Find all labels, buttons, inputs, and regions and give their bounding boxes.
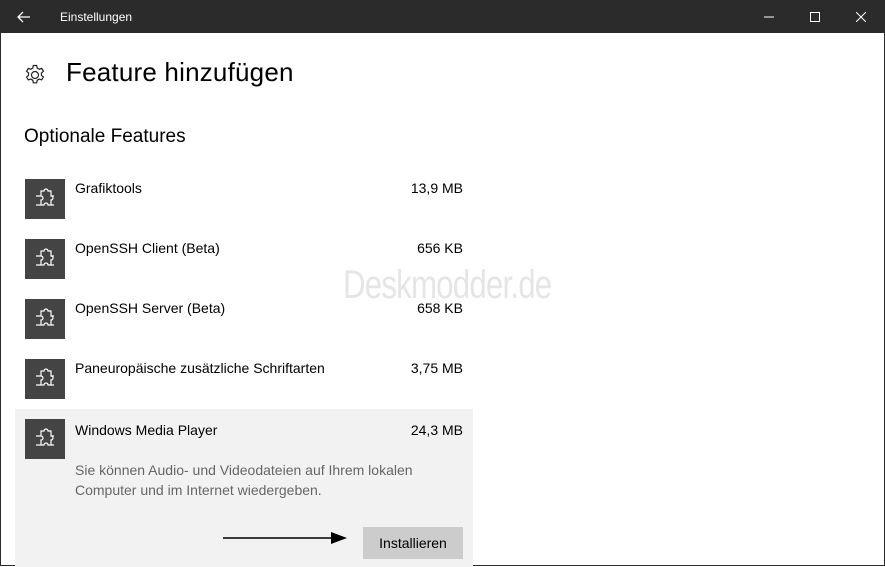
page-title: Feature hinzufügen xyxy=(66,57,294,87)
back-button[interactable] xyxy=(1,1,47,33)
annotation-arrow xyxy=(223,532,347,544)
feature-item-openssh-client[interactable]: OpenSSH Client (Beta) 656 KB xyxy=(15,239,473,299)
settings-header-icon xyxy=(23,63,47,87)
feature-size: 658 KB xyxy=(417,300,463,316)
feature-size: 24,3 MB xyxy=(410,422,463,438)
feature-name: Grafiktools xyxy=(75,180,142,196)
settings-window: Einstellungen Feature hinzufügen Optiona… xyxy=(0,0,885,567)
puzzle-piece-icon xyxy=(36,308,54,326)
feature-name: OpenSSH Server (Beta) xyxy=(75,300,226,316)
minimize-icon xyxy=(764,16,774,18)
title-bar: Einstellungen xyxy=(1,1,884,33)
install-button[interactable]: Installieren xyxy=(363,527,463,559)
feature-icon-tile xyxy=(25,179,65,219)
minimize-button[interactable] xyxy=(746,1,792,33)
feature-icon-tile xyxy=(25,419,65,459)
puzzle-piece-icon xyxy=(36,188,54,206)
feature-size: 3,75 MB xyxy=(410,360,463,376)
feature-icon-tile xyxy=(25,299,65,339)
feature-icon-tile xyxy=(25,359,65,399)
feature-item-openssh-server[interactable]: OpenSSH Server (Beta) 658 KB xyxy=(15,299,473,359)
feature-name: Windows Media Player xyxy=(75,422,218,438)
puzzle-piece-icon xyxy=(36,248,54,266)
feature-item-grafiktools[interactable]: Grafiktools 13,9 MB xyxy=(15,179,473,239)
window-title: Einstellungen xyxy=(60,10,133,24)
feature-size: 656 KB xyxy=(417,240,463,256)
puzzle-piece-icon xyxy=(36,368,54,386)
section-title: Optionale Features xyxy=(24,126,186,147)
maximize-icon xyxy=(810,12,820,22)
feature-description: Sie können Audio- und Videodateien auf I… xyxy=(75,462,413,498)
puzzle-piece-icon xyxy=(36,428,54,446)
close-button[interactable] xyxy=(838,1,884,33)
feature-size: 13,9 MB xyxy=(410,180,463,196)
feature-name: Paneuropäische zusätzliche Schriftarten xyxy=(75,360,325,376)
gear-icon xyxy=(25,64,45,84)
feature-name: OpenSSH Client (Beta) xyxy=(75,240,220,256)
feature-icon-tile xyxy=(25,239,65,279)
close-icon xyxy=(856,12,866,22)
maximize-button[interactable] xyxy=(792,1,838,33)
back-arrow-icon xyxy=(17,11,30,23)
